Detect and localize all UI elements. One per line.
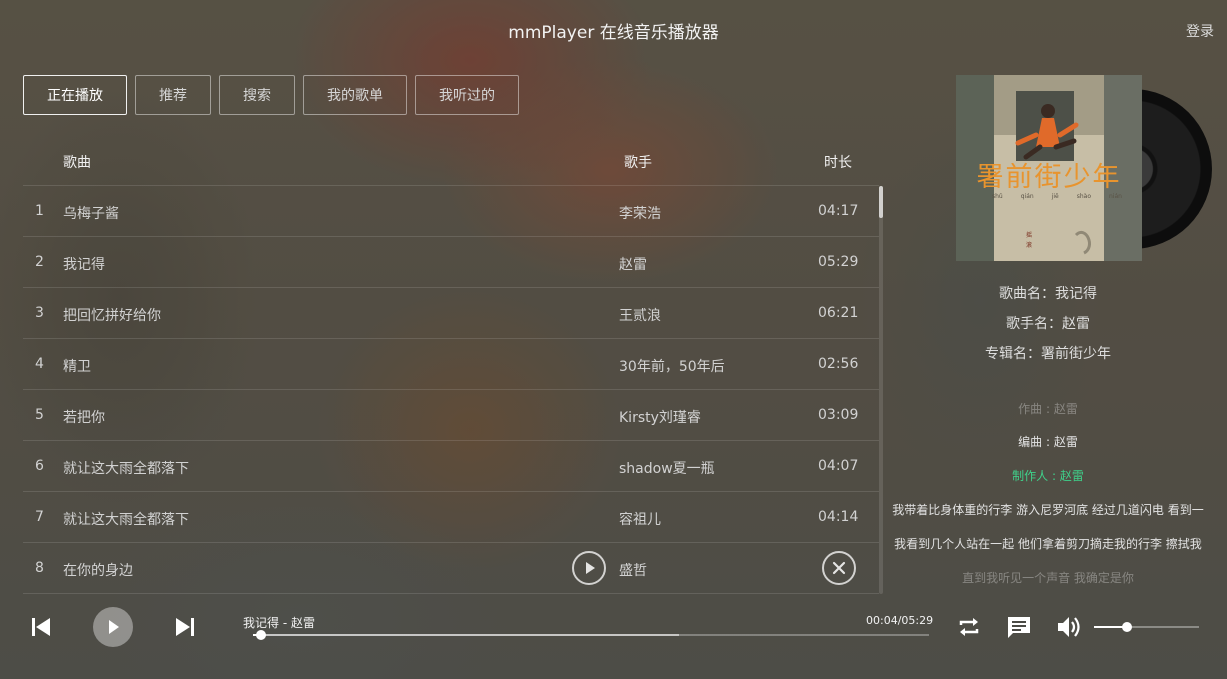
svg-text:摇: 摇 — [1026, 231, 1032, 239]
row-duration: 03:09 — [818, 407, 859, 423]
row-number: 2 — [35, 254, 44, 270]
row-song-name: 在你的身边 — [63, 563, 133, 579]
info-singer-name: 歌手名：赵雷 — [1006, 316, 1090, 332]
album-cover-pinyin: shǔ qián jiē shào nián — [992, 193, 1122, 200]
login-link[interactable]: 登录 — [1186, 21, 1214, 41]
info-song-name: 歌曲名：我记得 — [999, 286, 1097, 302]
row-duration: 04:14 — [818, 509, 859, 525]
pinyin-syllable: nián — [1109, 193, 1122, 200]
info-album-name: 专辑名：署前街少年 — [985, 346, 1111, 362]
row-singer: 30年前，50年后 — [619, 359, 725, 375]
lyric-line: 直到我听见一个声音 我确定是你 — [962, 571, 1134, 585]
row-number: 3 — [35, 305, 44, 321]
svg-text:滚: 滚 — [1026, 241, 1032, 249]
now-playing-title: 我记得 - 赵雷 — [243, 616, 315, 630]
lyric-line: 我看到几个人站在一起 他们拿着剪刀摘走我的行李 擦拭我 — [894, 537, 1202, 551]
pinyin-syllable: qián — [1020, 193, 1034, 200]
album-cover: 摇 滚 署前街少年 shǔ qián jiē shào nián — [956, 75, 1142, 261]
header-singer: 歌手 — [624, 155, 652, 171]
row-duration: 04:17 — [818, 203, 859, 219]
song-list-header: 歌曲 歌手 时长 — [23, 136, 879, 186]
row-duration: 05:29 — [818, 254, 859, 270]
skip-previous-icon[interactable] — [30, 616, 52, 642]
pinyin-syllable: shǔ — [992, 193, 1003, 200]
row-song-name: 乌梅子酱 — [63, 206, 119, 222]
volume-slider[interactable] — [1094, 622, 1199, 632]
row-singer: 王贰浪 — [619, 308, 661, 324]
lyric-line: 我带着比身体重的行李 游入尼罗河底 经过几道闪电 看到一 — [892, 503, 1204, 517]
row-song-name: 把回忆拼好给你 — [63, 308, 161, 324]
play-time: 00:04/05:29 — [866, 614, 934, 627]
row-song-name: 精卫 — [63, 359, 91, 375]
tab-my-playlists[interactable]: 我的歌单 — [303, 75, 407, 115]
song-row[interactable]: 8 在你的身边 盛哲 — [23, 543, 879, 594]
song-row[interactable]: 3 把回忆拼好给你 王贰浪 06:21 — [23, 288, 879, 339]
album-art: 摇 滚 署前街少年 shǔ qián jiē shào nián — [956, 75, 1212, 261]
header-song: 歌曲 — [63, 155, 91, 171]
row-number: 6 — [35, 458, 44, 474]
tab-history[interactable]: 我听过的 — [415, 75, 519, 115]
row-number: 8 — [35, 560, 44, 576]
song-row[interactable]: 2 我记得 赵雷 05:29 — [23, 237, 879, 288]
row-singer: shadow夏一瓶 — [619, 461, 715, 477]
row-duration: 02:56 — [818, 356, 859, 372]
repeat-icon[interactable] — [956, 614, 982, 644]
lyric-comment-icon[interactable] — [1006, 614, 1032, 644]
play-button[interactable] — [93, 607, 133, 647]
play-circle-icon[interactable] — [572, 551, 606, 585]
volume-handle[interactable] — [1121, 622, 1132, 632]
app-title: mmPlayer 在线音乐播放器 — [508, 23, 719, 43]
scrollbar-thumb[interactable] — [879, 186, 883, 218]
album-cover-title: 署前街少年 — [976, 162, 1122, 193]
progress-handle[interactable] — [256, 630, 267, 640]
row-song-name: 我记得 — [63, 257, 105, 273]
row-number: 4 — [35, 356, 44, 372]
row-song-name: 若把你 — [63, 410, 105, 426]
lyric-line: 作曲 : 赵雷 — [1018, 402, 1078, 416]
song-row[interactable]: 4 精卫 30年前，50年后 02:56 — [23, 339, 879, 390]
row-singer: Kirsty刘瑾睿 — [619, 410, 701, 426]
tab-search[interactable]: 搜索 — [219, 75, 295, 115]
row-duration: 04:07 — [818, 458, 859, 474]
row-song-name: 就让这大雨全都落下 — [63, 512, 189, 528]
song-row[interactable]: 1 乌梅子酱 李荣浩 04:17 — [23, 186, 879, 237]
row-duration: 06:21 — [818, 305, 859, 321]
volume-icon[interactable] — [1056, 614, 1082, 644]
skip-next-icon[interactable] — [174, 616, 196, 642]
song-row[interactable]: 7 就让这大雨全都落下 容祖儿 04:14 — [23, 492, 879, 543]
row-number: 7 — [35, 509, 44, 525]
song-list-scrollbar[interactable] — [879, 186, 883, 594]
row-singer: 盛哲 — [619, 563, 647, 579]
tab-bar: 正在播放 推荐 搜索 我的歌单 我听过的 — [23, 75, 519, 115]
tab-now-playing[interactable]: 正在播放 — [23, 75, 127, 115]
progress-bar[interactable] — [253, 630, 929, 640]
row-singer: 李荣浩 — [619, 206, 661, 222]
song-row[interactable]: 5 若把你 Kirsty刘瑾睿 03:09 — [23, 390, 879, 441]
progress-buffered — [253, 634, 679, 636]
row-number: 1 — [35, 203, 44, 219]
lyric-line: 编曲 : 赵雷 — [1018, 435, 1078, 449]
pinyin-syllable: shào — [1076, 193, 1092, 200]
play-icon — [109, 620, 119, 634]
pinyin-syllable: jiē — [1051, 193, 1059, 200]
lyric-line-current: 制作人 : 赵雷 — [1012, 469, 1084, 483]
header-duration: 时长 — [824, 155, 852, 171]
row-singer: 赵雷 — [619, 257, 647, 273]
song-list[interactable]: 1 乌梅子酱 李荣浩 04:17 2 我记得 赵雷 05:29 3 把回忆拼好给… — [23, 186, 879, 594]
row-number: 5 — [35, 407, 44, 423]
player-bar: 我记得 - 赵雷 00:04/05:29 — [0, 600, 1227, 679]
row-singer: 容祖儿 — [619, 512, 661, 528]
tab-recommend[interactable]: 推荐 — [135, 75, 211, 115]
row-song-name: 就让这大雨全都落下 — [63, 461, 189, 477]
song-row[interactable]: 6 就让这大雨全都落下 shadow夏一瓶 04:07 — [23, 441, 879, 492]
close-circle-icon[interactable] — [822, 551, 856, 585]
